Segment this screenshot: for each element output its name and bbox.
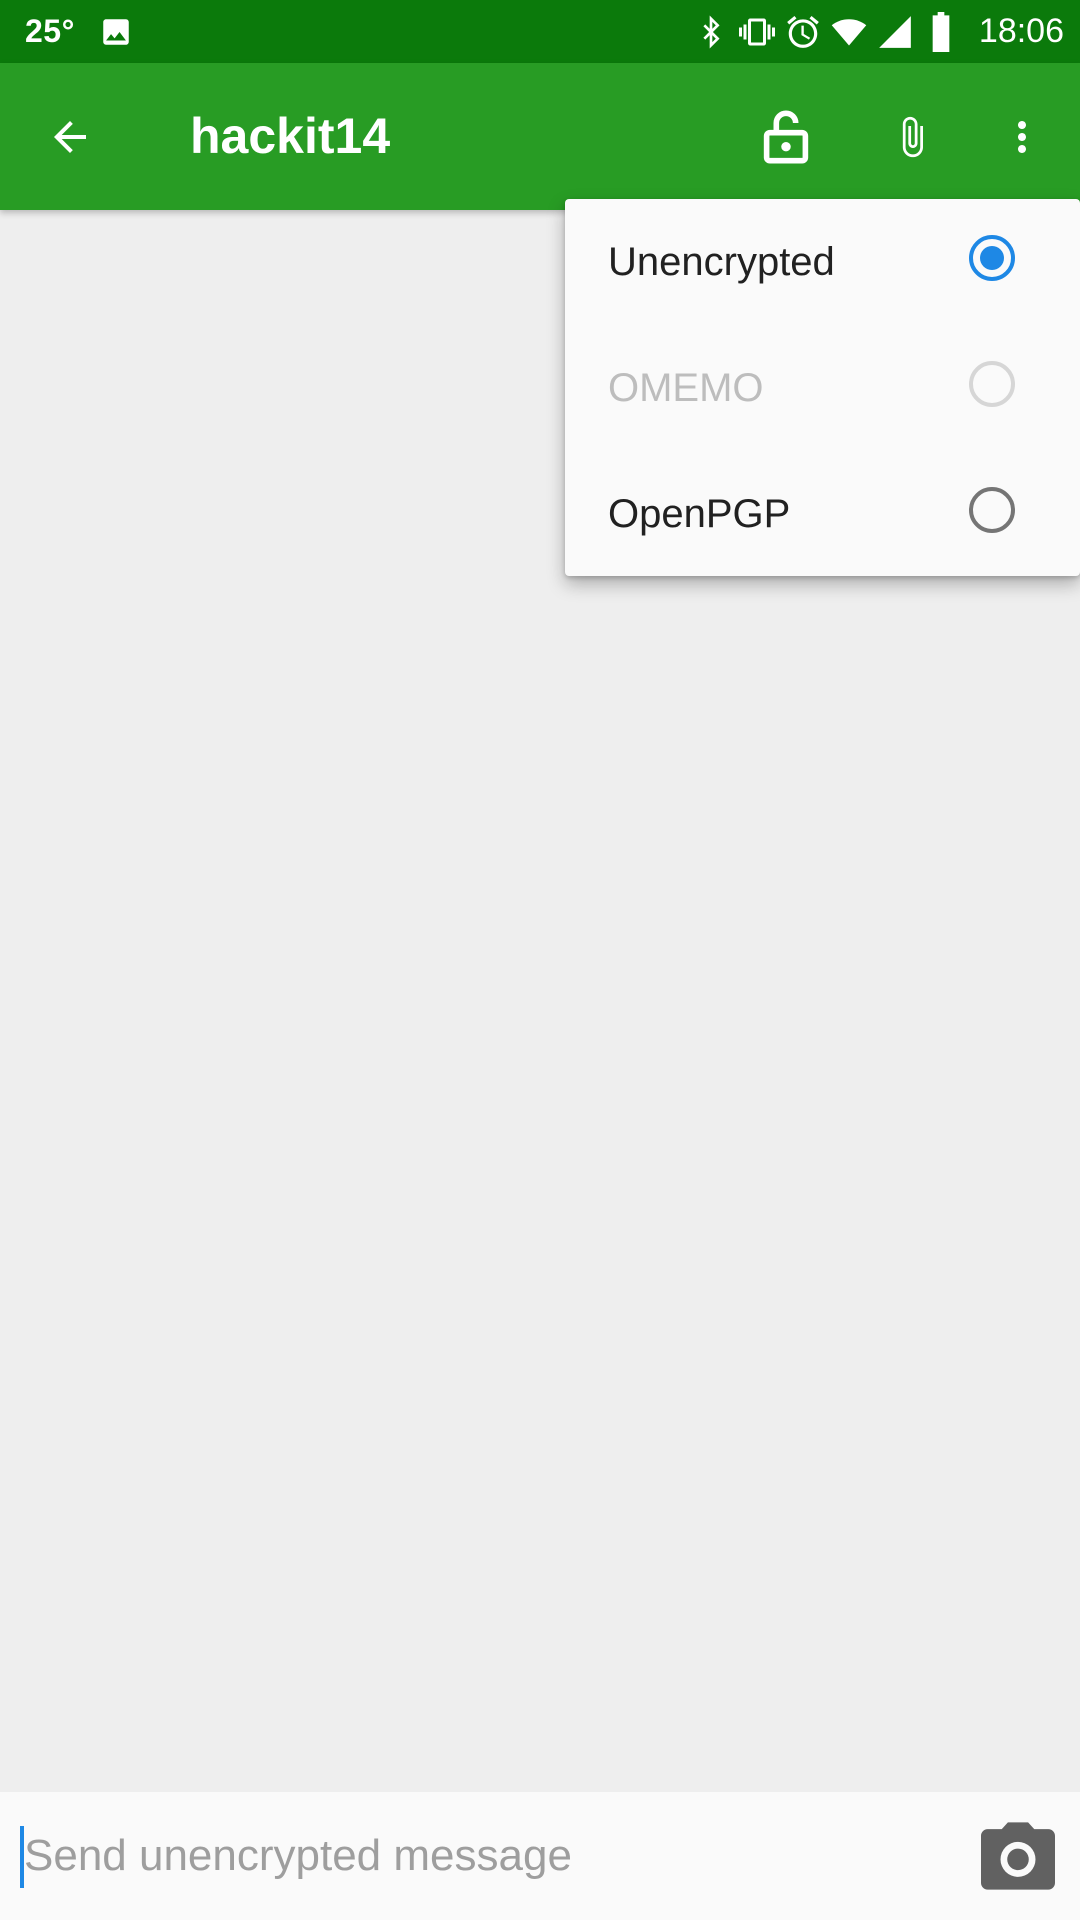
- radio-openpgp[interactable]: [969, 487, 1015, 533]
- status-right: 18:06: [685, 0, 1064, 63]
- attach-button[interactable]: [876, 101, 948, 173]
- battery-icon: [921, 11, 961, 52]
- back-button[interactable]: [34, 101, 106, 173]
- gallery-icon: [99, 15, 133, 49]
- camera-button[interactable]: [976, 1814, 1060, 1898]
- bluetooth-icon: [691, 12, 731, 52]
- attach-icon: [902, 116, 923, 158]
- status-left: 25°: [25, 0, 133, 63]
- menu-item-label: Unencrypted: [608, 240, 835, 284]
- more-vert-icon: [1018, 121, 1026, 153]
- menu-item-unencrypted[interactable]: Unencrypted: [565, 199, 1080, 325]
- menu-item-openpgp[interactable]: OpenPGP: [565, 451, 1080, 577]
- encryption-button[interactable]: [750, 101, 822, 173]
- status-temperature: 25°: [25, 13, 75, 49]
- encryption-menu: Unencrypted OMEMO OpenPGP: [565, 199, 1080, 576]
- vibrate-icon: [737, 12, 777, 52]
- status-bar: 25° 18:06: [0, 0, 1080, 63]
- more-options-button[interactable]: [986, 101, 1058, 173]
- app-bar: hackit14: [0, 63, 1080, 210]
- menu-item-label: OpenPGP: [608, 492, 791, 536]
- alarm-icon: [783, 12, 823, 52]
- back-arrow-icon: [54, 121, 86, 153]
- camera-icon: [981, 1822, 1055, 1890]
- menu-item-label: OMEMO: [608, 366, 764, 410]
- status-time: 18:06: [978, 12, 1064, 50]
- conversation-screen: 25° 18:06 hackit14 Unencrypted OMEMO Ope…: [0, 0, 1080, 1920]
- signal-icon: [875, 12, 915, 52]
- message-composer: [0, 1792, 1080, 1920]
- menu-item-omemo: OMEMO: [565, 325, 1080, 451]
- lock-open-icon: [763, 110, 809, 164]
- wifi-icon: [829, 12, 869, 52]
- radio-unencrypted[interactable]: [969, 235, 1015, 281]
- message-input[interactable]: [24, 1814, 924, 1898]
- conversation-title[interactable]: hackit14: [190, 63, 390, 210]
- radio-omemo: [969, 361, 1015, 407]
